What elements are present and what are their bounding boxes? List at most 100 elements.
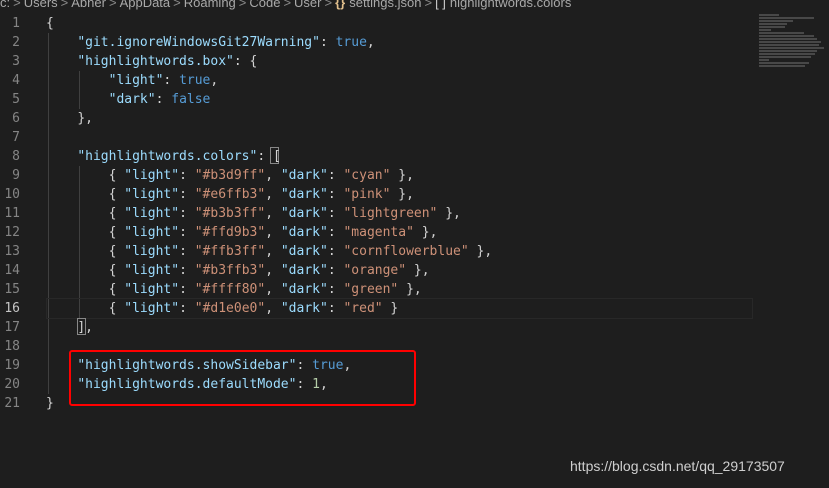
breadcrumb-separator: > — [13, 0, 21, 10]
json-string: "cyan" — [343, 168, 391, 183]
minimap-line — [759, 41, 821, 43]
line-number: 17 — [4, 320, 20, 335]
minimap-line — [759, 32, 804, 34]
minimap-line — [759, 59, 769, 61]
watermark-text: https://blog.csdn.net/qq_29173507 — [570, 458, 785, 474]
line-number: 5 — [12, 92, 20, 107]
breadcrumb-item-code[interactable]: Code — [249, 0, 280, 9]
json-key: "dark" — [280, 263, 328, 278]
entry-close: }, — [390, 168, 414, 183]
entry-close: }, — [406, 263, 430, 278]
json-key: "highlightwords.colors" — [77, 149, 258, 164]
line-number: 15 — [4, 282, 20, 297]
breadcrumb-item-abner[interactable]: Abner — [71, 0, 106, 9]
breadcrumb-item-users[interactable]: Users — [24, 0, 58, 9]
json-key: "light" — [124, 301, 180, 316]
json-key: "dark" — [280, 206, 328, 221]
line-number: 6 — [12, 111, 20, 126]
line-number: 1 — [12, 16, 20, 31]
json-key: "light" — [124, 225, 180, 240]
breadcrumb-separator: > — [283, 0, 292, 10]
breadcrumb-separator: > — [424, 0, 433, 10]
code-line: "dark": false — [108, 92, 211, 107]
line-number: 20 — [4, 377, 20, 392]
line-number: 14 — [4, 263, 20, 278]
line-number: 12 — [4, 225, 20, 240]
json-key: "dark" — [280, 282, 328, 297]
code-line: "light": true, — [108, 73, 219, 88]
breadcrumb-separator: > — [108, 0, 117, 10]
close-bracket: ], — [77, 320, 93, 335]
open-brace: { — [46, 16, 54, 31]
json-string: "#ffd9b3" — [194, 225, 266, 240]
line-number: 11 — [4, 206, 20, 221]
json-key: "light" — [124, 168, 180, 183]
annotation-highlight-box — [69, 350, 416, 406]
minimap[interactable] — [759, 14, 829, 74]
json-file-icon: {} — [335, 0, 346, 10]
line-number: 4 — [12, 73, 20, 88]
json-key: "dark" — [280, 301, 328, 316]
line-number: 8 — [12, 149, 20, 164]
json-string: "magenta" — [343, 225, 414, 240]
close-brace: } — [46, 396, 54, 411]
breadcrumb-separator: > — [173, 0, 181, 10]
entry-close: } — [382, 301, 399, 316]
line-number: 18 — [4, 339, 20, 354]
entry-close: }, — [413, 225, 438, 240]
minimap-line — [759, 35, 814, 37]
breadcrumb-separator: > — [60, 0, 69, 10]
code-line: "git.ignoreWindowsGit27Warning": true, — [77, 35, 375, 50]
json-key: "dark" — [108, 92, 156, 107]
breadcrumb-item-settings-json[interactable]: settings.json — [349, 0, 421, 9]
code-line: ], — [46, 318, 749, 337]
line-number-active: 16 — [4, 301, 20, 316]
line-number: 13 — [4, 244, 20, 259]
json-string: "#ffff80" — [194, 282, 266, 297]
color-entry-line: { "light": "#ffb3ff", "dark": "cornflowe… — [108, 244, 493, 259]
minimap-line — [759, 62, 809, 64]
json-key: "light" — [124, 187, 180, 202]
breadcrumb-item-appdata[interactable]: AppData — [120, 0, 171, 9]
entry-close: }, — [437, 206, 461, 221]
line-number: 19 — [4, 358, 20, 373]
json-string: "orange" — [343, 263, 407, 278]
breadcrumb-separator: > — [238, 0, 247, 10]
color-entry-line: { "light": "#ffd9b3", "dark": "magenta" … — [108, 225, 438, 240]
minimap-line — [759, 44, 819, 46]
close-brace: }, — [77, 111, 93, 126]
breadcrumb-item-drive[interactable]: c: — [0, 0, 10, 9]
minimap-line — [759, 65, 805, 67]
breadcrumb-item-roaming[interactable]: Roaming — [184, 0, 236, 9]
minimap-line — [759, 29, 771, 31]
color-entry-line: { "light": "#b3d9ff", "dark": "cyan" }, — [108, 168, 414, 183]
minimap-line — [759, 50, 817, 52]
breadcrumb-separator: > — [324, 0, 333, 10]
breadcrumb-item-user[interactable]: User — [294, 0, 321, 9]
minimap-line — [759, 53, 815, 55]
entry-close: }, — [398, 282, 422, 297]
json-string: "red" — [343, 301, 383, 316]
json-key: "highlightwords.box" — [77, 54, 234, 69]
json-key: "dark" — [280, 187, 328, 202]
minimap-line — [759, 14, 779, 16]
breadcrumb-item-highlightwords-colors[interactable]: highlightwords.colors — [450, 0, 571, 9]
json-key: "light" — [108, 73, 164, 88]
json-boolean: true — [335, 35, 367, 50]
json-key: "dark" — [280, 225, 328, 240]
json-boolean: true — [179, 73, 211, 88]
json-key: "git.ignoreWindowsGit27Warning" — [77, 35, 320, 50]
breadcrumb: c: > Users > Abner > AppData > Roaming > Code > User… — [0, 0, 829, 13]
entry-close: }, — [468, 244, 493, 259]
code-line: "highlightwords.colors": [ — [77, 149, 281, 164]
code-line: }, — [46, 109, 749, 128]
json-string: "#b3b3ff" — [194, 206, 266, 221]
entry-close: }, — [390, 187, 414, 202]
json-string: "cornflowerblue" — [343, 244, 469, 259]
minimap-line — [759, 23, 787, 25]
color-entry-line: { "light": "#b3b3ff", "dark": "lightgree… — [108, 206, 461, 221]
code-line: "highlightwords.box": { — [77, 54, 258, 69]
code-line: { — [46, 14, 749, 33]
color-entry-line: { "light": "#ffff80", "dark": "green" }, — [108, 282, 422, 297]
